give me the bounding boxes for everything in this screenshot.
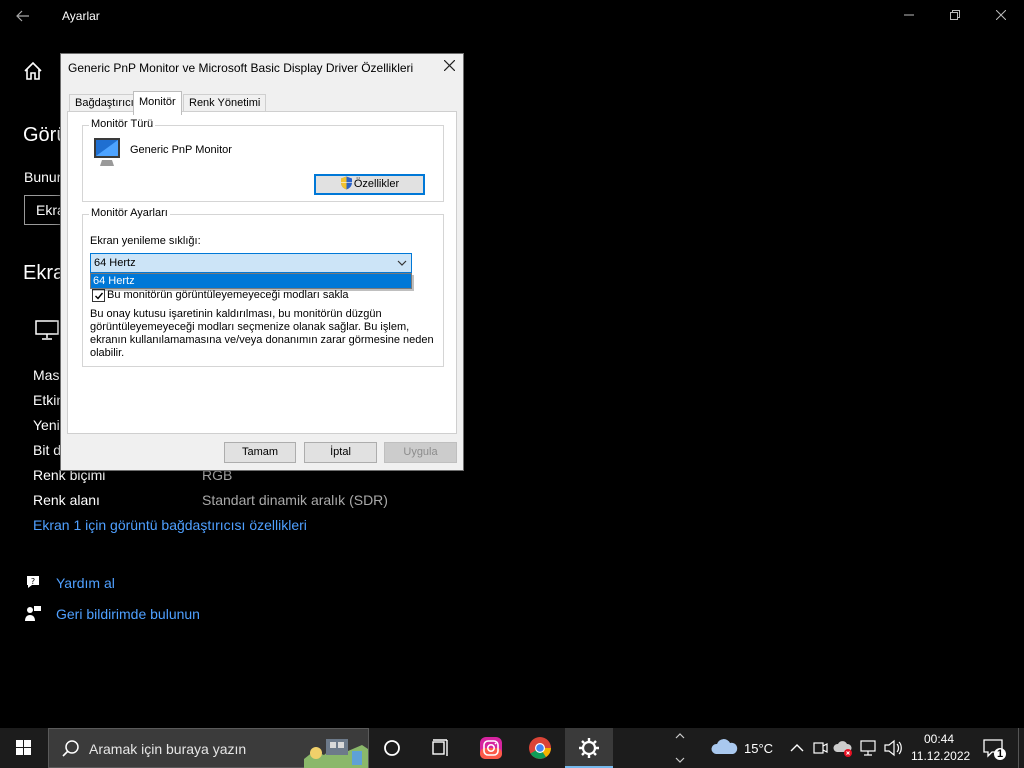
- task-view-button-2[interactable]: [416, 728, 464, 768]
- monitor-icon: [92, 136, 122, 168]
- dropdown-option[interactable]: 64 Hertz: [91, 274, 411, 288]
- meet-now[interactable]: [810, 728, 830, 768]
- restore-icon: [950, 10, 960, 20]
- properties-button[interactable]: Özellikler: [314, 174, 425, 195]
- onedrive-status[interactable]: [833, 728, 855, 768]
- refresh-rate-label: Ekran yenileme sıklığı:: [90, 235, 201, 247]
- help-icon: ?: [27, 576, 39, 588]
- gear-icon: [579, 738, 599, 758]
- tab-panel: Monitör Türü Generic PnP Monitor Özellik…: [67, 111, 457, 434]
- search-placeholder: Aramak için buraya yazın: [89, 741, 247, 757]
- title-bar: Ayarlar: [0, 0, 1024, 32]
- minimize-button[interactable]: [896, 6, 922, 26]
- monitor-name: Generic PnP Monitor: [130, 144, 232, 156]
- chevron-up-icon: [790, 744, 804, 752]
- monitor-icon: [35, 320, 61, 340]
- shield-icon: [340, 176, 353, 190]
- scroll-arrows-icon: [675, 733, 685, 763]
- monitor-properties-dialog: Generic PnP Monitor ve Microsoft Basic D…: [60, 53, 464, 471]
- dialog-title: Generic PnP Monitor ve Microsoft Basic D…: [68, 61, 414, 75]
- instagram-app[interactable]: [467, 728, 515, 768]
- refresh-rate-select[interactable]: 64 Hertz: [90, 253, 412, 273]
- windows-logo-icon: [16, 740, 31, 755]
- speaker-icon: [884, 739, 902, 757]
- back-arrow-icon: [16, 10, 29, 22]
- start-button[interactable]: [0, 728, 48, 768]
- feedback-icon: [25, 606, 41, 621]
- chevron-down-icon: [397, 260, 407, 266]
- video-camera-icon: [813, 742, 828, 754]
- cloud-icon: [711, 739, 738, 754]
- home-button[interactable]: [22, 60, 46, 84]
- instagram-icon: [480, 737, 502, 759]
- volume-control[interactable]: [882, 728, 904, 768]
- section-heading: Ekra: [23, 262, 65, 284]
- action-center-button[interactable]: 1: [976, 728, 1016, 768]
- minimize-icon: [904, 14, 914, 16]
- show-desktop-button[interactable]: [1018, 728, 1024, 768]
- notification-count: 1: [997, 748, 1004, 760]
- home-icon: [24, 61, 42, 80]
- close-button[interactable]: [988, 6, 1014, 26]
- warning-text: Bu onay kutusu işaretinin kaldırılması, …: [90, 308, 434, 359]
- network-status[interactable]: [858, 728, 880, 768]
- clock-date: 11.12.2022: [911, 749, 971, 763]
- info-row-color-space: Renk alanı Standart dinamik aralık (SDR): [33, 492, 533, 512]
- dialog-close-button[interactable]: [438, 57, 460, 77]
- weather-temp: 15°C: [744, 741, 774, 756]
- network-icon: [860, 740, 876, 756]
- group-label: Monitör Türü: [89, 118, 156, 130]
- cloud-error-icon: [833, 741, 852, 757]
- back-button[interactable]: [8, 4, 38, 28]
- clock-time: 00:44: [924, 732, 955, 746]
- close-icon: [995, 9, 1007, 21]
- taskbar-search[interactable]: Aramak için buraya yazın: [48, 728, 369, 768]
- clock[interactable]: 00:44 11.12.2022: [906, 728, 970, 768]
- ok-button[interactable]: Tamam: [224, 442, 296, 463]
- refresh-rate-value: 64 Hertz: [94, 257, 136, 269]
- task-view-icon: [432, 739, 448, 756]
- svg-text:?: ?: [31, 577, 35, 586]
- search-highlight-image: [304, 739, 368, 768]
- search-icon: [62, 740, 79, 757]
- monitor-type-group: Monitör Türü Generic PnP Monitor Özellik…: [82, 118, 444, 202]
- app-title: Ayarlar: [62, 9, 100, 23]
- info-value: Standart dinamik aralık (SDR): [202, 492, 388, 508]
- group-label: Monitör Ayarları: [89, 207, 170, 219]
- adapter-properties-link[interactable]: Ekran 1 için görüntü bağdaştırıcısı özel…: [33, 517, 307, 533]
- close-icon: [443, 59, 455, 72]
- notification-icon: [983, 739, 1006, 760]
- show-hidden-icons[interactable]: [788, 728, 806, 768]
- apply-button[interactable]: Uygula: [384, 442, 457, 463]
- taskbar: Aramak için buraya yazın 15°C 00:44 11.1…: [0, 728, 1024, 768]
- settings-app[interactable]: [565, 728, 613, 768]
- info-label: Renk alanı: [33, 492, 100, 508]
- weather-widget[interactable]: 15°C: [706, 728, 786, 768]
- monitor-settings-group: Monitör Ayarları Ekran yenileme sıklığı:…: [82, 207, 444, 367]
- checkmark-icon: [95, 292, 104, 300]
- tab-monitor[interactable]: Monitör: [133, 91, 182, 115]
- taskbar-scroll[interactable]: [670, 728, 690, 768]
- display-select-label: Bunur: [24, 169, 62, 185]
- refresh-rate-dropdown: 64 Hertz: [90, 273, 412, 289]
- cancel-button[interactable]: İptal: [304, 442, 377, 463]
- task-view-button[interactable]: [368, 728, 416, 768]
- cortana-icon: [384, 740, 400, 756]
- restore-button[interactable]: [942, 6, 968, 26]
- chrome-app[interactable]: [516, 728, 564, 768]
- chrome-icon: [529, 737, 551, 759]
